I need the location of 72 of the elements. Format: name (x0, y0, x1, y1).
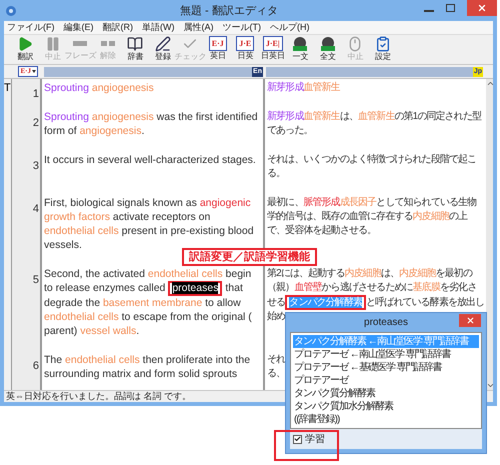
row-marker: T (4, 82, 11, 94)
source-sentence: It occurs in several well-characterized stages. (44, 153, 257, 167)
close-button[interactable] (459, 314, 481, 327)
toolbar-button[interactable]: 登録 (150, 36, 176, 62)
source-sentence: The endothelial cells then proliferate into the surrounding matrix and form solid sprouts (44, 353, 252, 381)
menu-item[interactable]: ツール(T) (222, 22, 261, 33)
menu-item[interactable]: ヘルプ(H) (270, 22, 310, 33)
toolbar-button[interactable]: E·J 英日 (204, 36, 231, 61)
line-number: 3 (32, 160, 39, 172)
close-icon (466, 316, 474, 325)
source-sentence: Sprouting angiogenesis (44, 81, 155, 95)
scroll-up-icon[interactable] (486, 79, 493, 88)
window-title: 無題 - 翻訳エディタ (180, 4, 278, 19)
menu-item[interactable]: ファイル(F) (7, 22, 54, 33)
line-number: 1 (32, 88, 39, 100)
maximize-icon[interactable] (446, 4, 455, 12)
target-sentence: 新芽形成血管新生 (267, 81, 341, 95)
scrollbar[interactable] (486, 79, 493, 390)
toolbar-button[interactable]: J·E| 日英日 (260, 36, 286, 61)
close-icon (477, 3, 487, 13)
target-sentence: 新芽形成血管新生は、血管新生の第1の同定された型であった。 (267, 110, 482, 138)
candidate-item[interactable]: ((辞書登録)) (293, 413, 479, 426)
learn-label: 学習 (305, 432, 325, 446)
candidate-item[interactable]: タンパク質加水分解酵素 (293, 400, 479, 413)
callout-label: 訳語変更／訳語学習機能 (182, 248, 317, 266)
book-icon (127, 36, 144, 52)
status-text: 英⇔日対応を行いました。品詞は 名詞 です。 (6, 391, 192, 402)
toolbar-button[interactable]: 設定 (370, 36, 396, 62)
split-icon (100, 41, 115, 46)
candidate-item[interactable]: プロテアーゼ (293, 374, 479, 387)
toolbar-button[interactable]: 一文 (287, 36, 314, 62)
target-text-line: せる タンパク分解酵素 と呼ばれている酵素を放出し (267, 295, 484, 310)
app-icon (5, 4, 17, 16)
target-text-line: る、 (267, 367, 286, 381)
pen-icon (154, 36, 171, 52)
learn-checkbox[interactable] (293, 434, 302, 444)
scroll-down-icon[interactable] (486, 381, 493, 390)
dash-icon (73, 41, 88, 46)
toolbar-button[interactable]: J·E 日英 (232, 36, 258, 61)
candidate-item[interactable]: タンパク質分解酵素 (293, 387, 479, 400)
source-sentence: First, biological signals known as angiogenic growth factors activate receptors on endothelial cells present in pre-existing blood vessels. (44, 196, 254, 251)
menu-item[interactable]: 翻訳(R) (102, 22, 133, 33)
target-text-line: 始め (267, 310, 286, 324)
toolbar-button[interactable]: 辞書 (122, 36, 148, 62)
source-sentence: Sprouting angiogenesis was the first identified form of angiogenesis. (44, 110, 259, 138)
candidate-item[interactable]: プロテアーゼ ←南山堂医学 専門語辞書 (293, 348, 479, 361)
annotation-frame (274, 430, 339, 461)
source-sentence: Second, the activated endothelial cells begin to release enzymes called proteases that degrade the basement membrane to allow endothelial cells to escape from the original ( parent) vessel walls. (44, 267, 253, 338)
line-number: 2 (32, 117, 39, 129)
candidate-item[interactable]: プロテアーゼ ←基礎医学 専門語辞書 (293, 361, 479, 374)
target-sentence: 最初に、脈管形成成長因子として知られている生物学的信号は、既存の血管に存在する内皮細胞の上で、受容体を起動させる。 (267, 196, 478, 238)
popup-title: proteases (364, 316, 408, 330)
target-text-line: 第2には、起動する内皮細胞は、内皮細胞を最初の (267, 267, 472, 281)
target-text-line: （親）血管壁から逃げさせるために基底膜を劣化さ (267, 281, 476, 295)
menu-item[interactable]: 属性(A) (184, 22, 214, 33)
pause-icon (44, 36, 61, 52)
language-pair-icon: J·E (236, 36, 254, 51)
close-button[interactable] (467, 0, 497, 16)
toolbar-button[interactable]: 全文 (314, 36, 341, 62)
language-pair-icon: E·J (208, 36, 227, 51)
toolbar-button[interactable]: 翻訳 (12, 36, 38, 62)
play-icon (17, 36, 34, 52)
mouse-icon (347, 36, 364, 52)
settings-icon (374, 36, 391, 52)
target-sentence: それは、いくつかのよく特徴づけられた段階で起こる。 (267, 153, 478, 181)
line-number: 4 (32, 203, 39, 215)
target-text-line: それ (267, 353, 286, 367)
language-pair-icon: J·E| (262, 36, 283, 51)
menu-item[interactable]: 単語(W) (142, 22, 174, 33)
line-number: 5 (32, 274, 39, 286)
menu-item[interactable]: 編集(E) (64, 22, 94, 33)
line-number: 6 (32, 360, 39, 372)
